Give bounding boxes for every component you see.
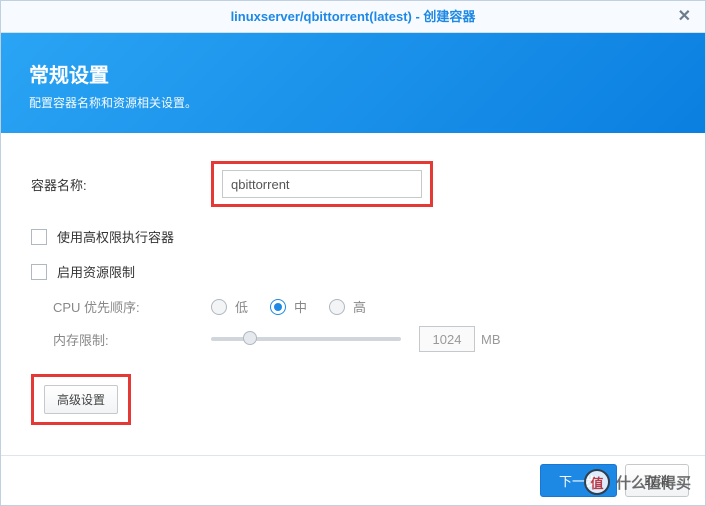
cpu-label-mid: 中 [294, 297, 307, 316]
cpu-radio-low[interactable] [211, 299, 227, 315]
row-privileged: 使用高权限执行容器 [31, 227, 675, 246]
cpu-label-high: 高 [353, 297, 366, 316]
container-name-label: 容器名称: [31, 175, 211, 194]
memory-limit-label: 内存限制: [53, 330, 211, 349]
header-subtitle: 配置容器名称和资源相关设置。 [29, 94, 677, 111]
close-icon[interactable]: ✕ [678, 1, 691, 33]
container-name-input[interactable] [222, 170, 422, 198]
memory-slider[interactable] [211, 337, 401, 341]
footer: 下一步 取消 [1, 455, 705, 505]
cpu-priority-label: CPU 优先顺序: [53, 297, 211, 316]
highlight-advanced: 高级设置 [31, 374, 131, 425]
memory-input[interactable] [419, 326, 475, 352]
titlebar: linuxserver/qbittorrent(latest) - 创建容器 ✕ [1, 1, 705, 33]
privileged-label: 使用高权限执行容器 [57, 227, 174, 246]
cpu-radio-group: 低 中 高 [211, 297, 380, 316]
form-content: 容器名称: 使用高权限执行容器 启用资源限制 CPU 优先顺序: 低 中 [1, 133, 705, 425]
header-title: 常规设置 [29, 59, 677, 88]
window-title: linuxserver/qbittorrent(latest) - 创建容器 [231, 9, 476, 24]
advanced-settings-button[interactable]: 高级设置 [44, 385, 118, 414]
next-button[interactable]: 下一步 [540, 464, 617, 497]
row-resource-limit: 启用资源限制 [31, 262, 675, 281]
row-container-name: 容器名称: [31, 161, 675, 207]
resource-limit-label: 启用资源限制 [57, 262, 135, 281]
cancel-button[interactable]: 取消 [625, 464, 689, 497]
slider-thumb-icon[interactable] [243, 331, 257, 345]
dialog-window: linuxserver/qbittorrent(latest) - 创建容器 ✕… [0, 0, 706, 506]
memory-unit: MB [481, 332, 501, 347]
cpu-label-low: 低 [235, 297, 248, 316]
privileged-checkbox[interactable] [31, 229, 47, 245]
row-memory-limit: 内存限制: MB [53, 326, 675, 352]
resource-limit-checkbox[interactable] [31, 264, 47, 280]
header-banner: 常规设置 配置容器名称和资源相关设置。 [1, 33, 705, 133]
highlight-container-name [211, 161, 433, 207]
row-cpu-priority: CPU 优先顺序: 低 中 高 [53, 297, 675, 316]
cpu-radio-high[interactable] [329, 299, 345, 315]
cpu-radio-mid[interactable] [270, 299, 286, 315]
